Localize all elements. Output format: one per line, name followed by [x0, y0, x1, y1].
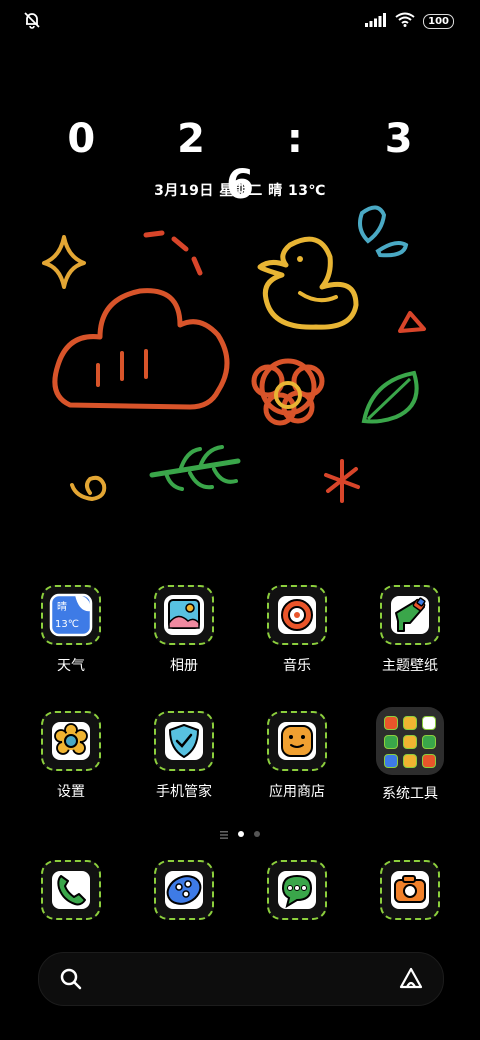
starburst-doodle [324, 459, 360, 503]
app-label: 主题壁纸 [382, 658, 438, 674]
weather-icon-condition: 晴 [57, 600, 67, 613]
mini-app-icon [422, 716, 436, 730]
app-settings[interactable]: 设置 [15, 711, 127, 801]
cellular-signal-icon [365, 12, 387, 31]
app-gallery[interactable]: 相册 [128, 585, 240, 675]
drops-doodle [358, 205, 387, 244]
wallpaper-doodles [42, 205, 426, 503]
dock [0, 860, 480, 926]
app-themes[interactable]: 主题壁纸 [354, 585, 466, 675]
sparkle-doodle [42, 235, 86, 289]
folder-icon [376, 707, 444, 775]
search-bar[interactable] [38, 952, 444, 1006]
gallery-icon [154, 585, 214, 645]
app-label: 相册 [170, 658, 198, 674]
mini-app-icon [422, 735, 436, 749]
mini-app-icon [384, 754, 398, 768]
app-label: 设置 [57, 784, 85, 800]
pages-menu-icon [220, 824, 228, 843]
assistant-icon[interactable] [397, 965, 425, 997]
themes-icon [380, 585, 440, 645]
mini-app-icon [384, 716, 398, 730]
triangle-doodle [398, 311, 426, 333]
mini-app-icon [422, 754, 436, 768]
app-music[interactable]: 音乐 [241, 585, 353, 675]
battery-indicator: 100 [423, 14, 454, 29]
app-store[interactable]: 应用商店 [241, 711, 353, 801]
spiral-doodle [70, 475, 107, 502]
mini-app-icon [403, 735, 417, 749]
app-label: 应用商店 [269, 784, 325, 800]
dock-phone[interactable] [15, 860, 127, 920]
dash-doodle [143, 230, 203, 276]
page-dot [254, 830, 260, 837]
mini-app-icon [403, 754, 417, 768]
page-indicator[interactable] [0, 824, 480, 843]
weather-icon: 晴 13℃ [41, 585, 101, 645]
dock-browser[interactable] [128, 860, 240, 920]
settings-icon [41, 711, 101, 771]
app-store-icon [267, 711, 327, 771]
app-label: 音乐 [283, 658, 311, 674]
app-grid: 晴 13℃ 天气 相册 音乐 主题壁纸 设置 手机管家 应用商店 系统工具 [0, 585, 480, 837]
phone-icon [41, 860, 101, 920]
app-weather[interactable]: 晴 13℃ 天气 [15, 585, 127, 675]
weather-icon-temp: 13℃ [55, 619, 79, 630]
app-label: 手机管家 [156, 784, 212, 800]
wifi-icon [395, 12, 415, 31]
camera-icon [380, 860, 440, 920]
app-security[interactable]: 手机管家 [128, 711, 240, 801]
messages-icon [267, 860, 327, 920]
mini-app-icon [403, 716, 417, 730]
browser-icon [154, 860, 214, 920]
music-icon [267, 585, 327, 645]
security-icon [154, 711, 214, 771]
cloud-doodle [52, 288, 230, 410]
app-row-1: 晴 13℃ 天气 相册 音乐 主题壁纸 [0, 585, 480, 711]
duck-doodle [257, 236, 359, 330]
app-label: 系统工具 [382, 786, 438, 802]
dock-camera[interactable] [354, 860, 466, 920]
app-folder-system-tools[interactable]: 系统工具 [354, 707, 466, 803]
notification-muted-icon [22, 10, 42, 34]
dock-messages[interactable] [241, 860, 353, 920]
status-bar: 100 [0, 0, 480, 40]
app-row-2: 设置 手机管家 应用商店 系统工具 [0, 707, 480, 837]
mini-app-icon [384, 735, 398, 749]
flower-doodle [251, 358, 325, 426]
app-label: 天气 [57, 658, 85, 674]
page-dot-active [238, 830, 244, 837]
search-icon[interactable] [59, 967, 83, 995]
